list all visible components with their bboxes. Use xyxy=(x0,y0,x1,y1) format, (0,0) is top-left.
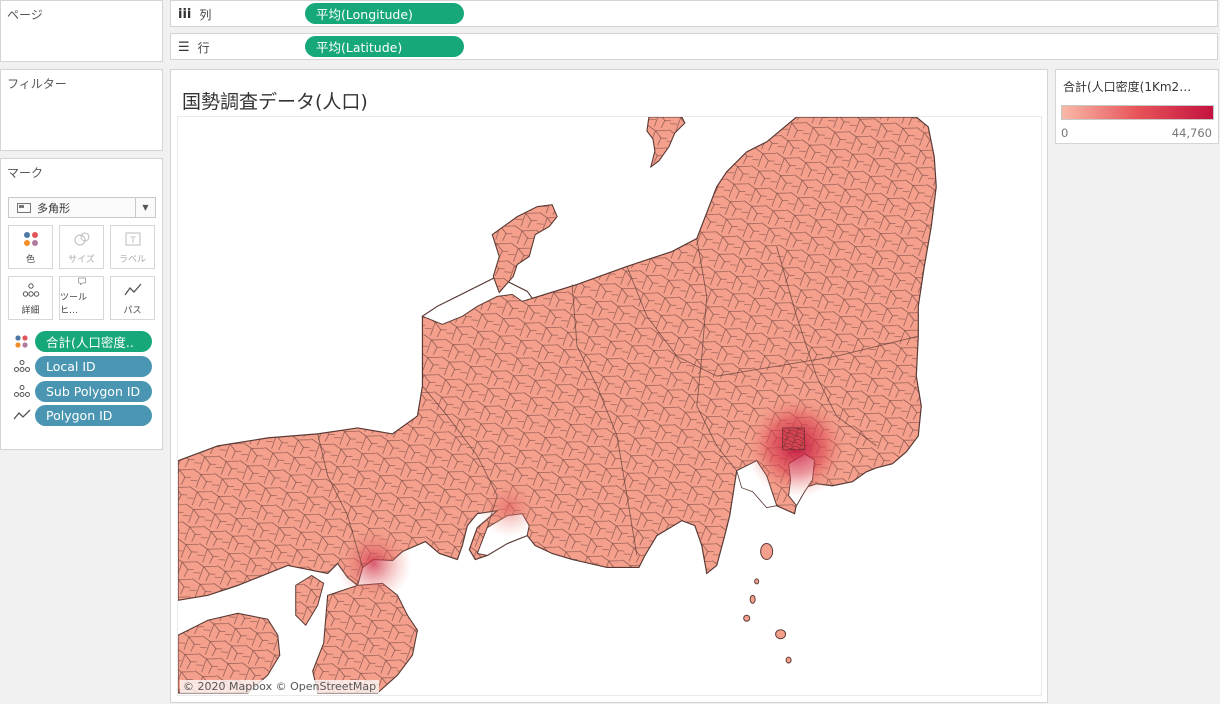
awaji-island[interactable] xyxy=(295,574,325,627)
noto-peninsula[interactable] xyxy=(491,204,558,294)
pages-title: ページ xyxy=(7,8,43,22)
legend-color-ramp xyxy=(1061,105,1214,120)
detail-icon xyxy=(14,385,30,397)
izu-oshima[interactable] xyxy=(760,543,774,560)
toshima-island[interactable] xyxy=(754,578,760,585)
legend-max-value: 44,760 xyxy=(1171,126,1212,140)
field-row-sub-polygon-id: Sub Polygon ID xyxy=(13,380,152,402)
worksheet: 国勢調査データ(人口) © 2020 Mapbox © OpenStreetMa… xyxy=(170,69,1048,703)
longitude-pill[interactable]: 平均(Longitude) xyxy=(305,3,464,24)
mark-type-label: 多角形 xyxy=(37,201,70,215)
kozushima-island[interactable] xyxy=(743,614,751,622)
color-icon xyxy=(23,232,38,246)
tokyo-core[interactable] xyxy=(782,427,805,451)
polygon-mark-icon xyxy=(17,202,31,213)
label-button-label: ラベル xyxy=(118,255,146,265)
svg-text:T: T xyxy=(129,236,136,246)
nagoya-dense-area[interactable] xyxy=(479,477,540,538)
columns-shelf-label: iii 列 xyxy=(178,6,211,23)
color-button-label: 色 xyxy=(25,255,35,265)
color-icon xyxy=(15,335,28,348)
detail-icon xyxy=(22,283,39,297)
map-view[interactable]: © 2020 Mapbox © OpenStreetMap xyxy=(177,116,1042,696)
field-row-color: 合計(人口密度.. xyxy=(13,330,152,352)
field-row-local-id: Local ID xyxy=(13,355,152,377)
rows-shelf-label: ☰ 行 xyxy=(178,39,210,56)
osaka-dense-area[interactable] xyxy=(335,525,412,602)
mark-type-dropdown[interactable]: 多角形 ▼ xyxy=(8,197,156,218)
chevron-down-icon[interactable]: ▼ xyxy=(135,198,155,217)
size-button-label: サイズ xyxy=(68,255,95,265)
size-button[interactable]: サイズ xyxy=(59,225,104,269)
map-attribution[interactable]: © 2020 Mapbox © OpenStreetMap xyxy=(180,680,380,693)
path-icon xyxy=(13,409,31,420)
color-legend[interactable]: 合計(人口密度(1Km2… 0 44,760 xyxy=(1055,69,1219,144)
size-icon xyxy=(74,232,89,246)
detail-button[interactable]: 詳細 xyxy=(8,276,53,320)
filters-card[interactable]: フィルター xyxy=(0,69,163,151)
rows-label-text: 行 xyxy=(197,41,210,55)
rows-shelf[interactable]: ☰ 行 平均(Latitude) xyxy=(170,33,1218,60)
tooltip-button-label: ツールヒ… xyxy=(60,293,88,316)
sado-island[interactable] xyxy=(646,117,686,169)
detail-icon xyxy=(14,360,30,372)
pages-card[interactable]: ページ xyxy=(0,0,163,62)
label-icon: T xyxy=(125,232,140,246)
legend-min-value: 0 xyxy=(1061,126,1069,140)
columns-shelf[interactable]: iii 列 平均(Longitude) xyxy=(170,0,1218,27)
field-pill-polygon-id[interactable]: Polygon ID xyxy=(35,404,152,426)
field-pill-population-density[interactable]: 合計(人口密度.. xyxy=(35,330,152,352)
field-row-polygon-id: Polygon ID xyxy=(13,404,152,426)
marks-card: マーク 多角形 ▼ 色 サイズ T ラベル 詳細 ツールヒ… パス 合計(人口密… xyxy=(0,158,163,450)
detail-button-label: 詳細 xyxy=(21,306,40,316)
path-button[interactable]: パス xyxy=(110,276,155,320)
sheet-title: 国勢調査データ(人口) xyxy=(182,91,368,113)
latitude-pill[interactable]: 平均(Latitude) xyxy=(305,36,464,57)
niijima-island[interactable] xyxy=(749,594,756,604)
miyakejima-island[interactable] xyxy=(775,629,787,640)
field-pill-sub-polygon-id[interactable]: Sub Polygon ID xyxy=(35,380,152,402)
tooltip-icon xyxy=(77,277,86,286)
marks-title: マーク xyxy=(7,166,44,180)
color-button[interactable]: 色 xyxy=(8,225,53,269)
columns-label-text: 列 xyxy=(199,8,212,22)
path-button-label: パス xyxy=(123,306,142,316)
label-button[interactable]: T ラベル xyxy=(110,225,155,269)
columns-icon: iii xyxy=(178,7,192,22)
path-icon xyxy=(123,283,141,296)
field-pill-local-id[interactable]: Local ID xyxy=(35,355,152,377)
choropleth-map[interactable] xyxy=(178,117,1041,695)
mikurajima-island[interactable] xyxy=(785,656,792,664)
rows-icon: ☰ xyxy=(178,40,190,55)
filters-title: フィルター xyxy=(7,77,67,91)
tooltip-button[interactable]: ツールヒ… xyxy=(59,276,104,320)
legend-title: 合計(人口密度(1Km2… xyxy=(1063,80,1192,94)
